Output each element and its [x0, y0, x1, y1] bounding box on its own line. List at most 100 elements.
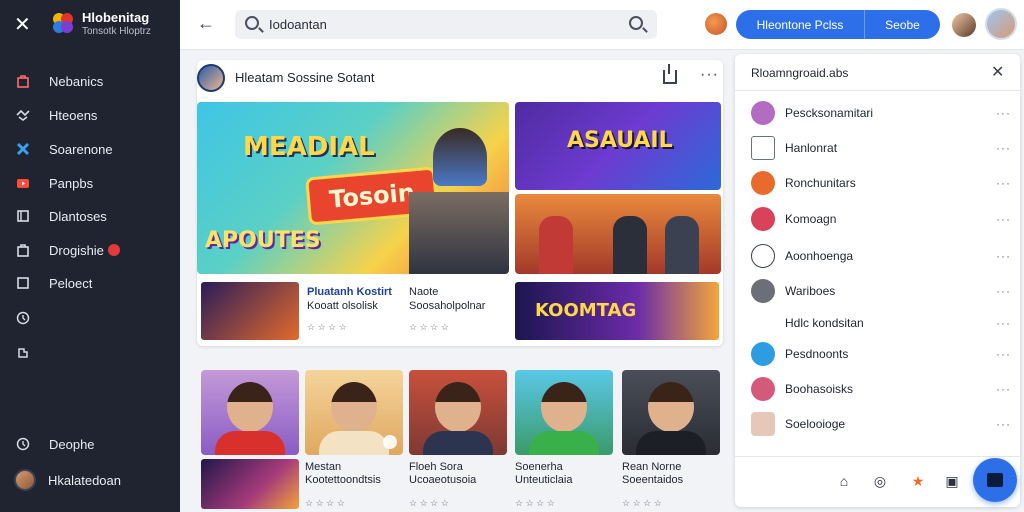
primary-button[interactable]: Hleontone Pclss — [736, 10, 865, 39]
video-title[interactable]: Soenerha — [515, 461, 563, 474]
sidebar-item-2[interactable]: Hteoens — [14, 103, 174, 127]
more-options-icon[interactable]: ··· — [996, 417, 1011, 431]
more-options-icon[interactable]: ··· — [996, 249, 1011, 263]
person-image — [435, 382, 481, 432]
sidebar-item-8[interactable] — [14, 306, 174, 330]
video-thumbnail-wide[interactable]: KOOMTAG — [515, 282, 719, 340]
user-profile[interactable]: Hkalatedoan — [14, 468, 174, 492]
panel-list-item[interactable]: Boohasoisks ··· — [751, 376, 1011, 402]
panel-list-item[interactable]: Hdlc kondsitan ··· — [751, 310, 1011, 336]
avatar — [751, 377, 775, 401]
video-title[interactable]: Floeh Sora — [409, 461, 463, 474]
explore-icon[interactable]: ◎ — [871, 472, 889, 490]
avatar — [751, 279, 775, 303]
panel-item-label: Aoonhoenga — [785, 249, 854, 263]
video-thumbnail[interactable] — [201, 459, 299, 509]
panel-list-item[interactable]: Pesdnoonts ··· — [751, 341, 1011, 367]
app-icon — [751, 171, 775, 195]
profile-avatar[interactable] — [985, 8, 1017, 40]
panel-title: Rloamngroaid.abs — [751, 66, 849, 80]
share-icon[interactable] — [663, 64, 677, 84]
thumbnail-icon — [751, 412, 775, 436]
video-title[interactable]: Rean Norne — [622, 461, 681, 474]
video-title[interactable]: Pluatanh Kostirt — [307, 286, 392, 299]
top-bar: ← Hleontone Pclss Seobe — [180, 0, 1024, 50]
sidebar-item-7[interactable]: Peloect — [14, 271, 174, 295]
more-options-icon[interactable]: ··· — [996, 316, 1011, 330]
close-icon[interactable]: ✕ — [991, 62, 1004, 82]
search-bar[interactable] — [235, 10, 657, 39]
grid-thumbnail[interactable] — [409, 370, 507, 455]
play-icon[interactable]: ▣ — [943, 472, 961, 490]
video-title[interactable]: Naote — [409, 286, 438, 299]
bookmark-icon — [751, 244, 775, 268]
search-input[interactable] — [269, 14, 609, 35]
panel-list-item[interactable]: Wariboes ··· — [751, 278, 1011, 304]
panel-list-item[interactable]: Pescksonamitari ··· — [751, 100, 1011, 126]
thumbnail-top-right[interactable]: ASAUAIL — [515, 102, 721, 190]
video-subtitle: Soosaholpolnar — [409, 300, 486, 312]
grid-thumbnail[interactable] — [305, 370, 403, 455]
fab-button[interactable] — [973, 458, 1017, 502]
search-icon — [245, 16, 259, 30]
thumbnail-bottom-right[interactable] — [515, 194, 721, 274]
panel-list-item[interactable]: Hanlonrat ··· — [751, 135, 1011, 161]
avatar[interactable] — [952, 13, 976, 37]
home-icon[interactable]: ⌂ — [835, 472, 853, 490]
back-arrow-icon[interactable]: ← — [197, 13, 215, 34]
notification-badge — [107, 244, 120, 256]
sidebar-item-1[interactable]: Nebanics — [14, 69, 174, 93]
sidebar-item-3[interactable]: Soarenone — [14, 137, 174, 161]
star-icon[interactable]: ★ — [909, 472, 927, 490]
more-options-icon[interactable]: ··· — [996, 382, 1011, 396]
panel-item-label: Hanlonrat — [785, 141, 838, 155]
more-options-icon[interactable]: ··· — [700, 66, 719, 84]
thumbnail-title: KOOMTAG — [535, 300, 637, 321]
panel-list-item[interactable]: Ronchunitars ··· — [751, 170, 1011, 196]
panel-list-item[interactable]: Komoagn ··· — [751, 206, 1011, 232]
panel-item-label: Boohasoisks — [785, 382, 854, 396]
sidebar-item-5[interactable]: Dlantoses — [14, 204, 174, 228]
search-icon[interactable] — [629, 16, 643, 30]
sidebar-item-4[interactable]: Panpbs — [14, 171, 174, 195]
video-icon — [14, 174, 32, 192]
featured-post-card: Hleatam Sossine Sotant ··· MEADIAL Tosoi… — [197, 60, 723, 346]
close-icon[interactable]: ✕ — [14, 12, 31, 37]
user-name: Hkalatedoan — [48, 472, 121, 488]
brand[interactable]: ✕ Hlobenitag Tonsotk Hloptrz — [12, 8, 172, 42]
video-subtitle: Soeentaidos — [622, 474, 684, 486]
panel-item-label: Ronchunitars — [785, 176, 856, 190]
more-options-icon[interactable]: ··· — [996, 212, 1011, 226]
notification-icon[interactable] — [705, 13, 727, 35]
sidebar-item-label: Soarenone — [49, 141, 113, 157]
play-icon[interactable] — [383, 435, 397, 449]
more-options-icon[interactable]: ··· — [996, 141, 1011, 155]
main-thumbnail[interactable]: MEADIAL Tosoin APOUTES — [197, 102, 509, 274]
sidebar-item-label: Dlantoses — [49, 208, 107, 224]
more-options-icon[interactable]: ··· — [996, 284, 1011, 298]
grid-thumbnail[interactable] — [515, 370, 613, 455]
grid-thumbnail[interactable] — [201, 370, 299, 455]
grid-thumbnail[interactable] — [622, 370, 720, 455]
video-meta: ☆ ☆ ☆ ☆ — [409, 498, 449, 508]
video-subtitle: Ucoaeotusoia — [409, 474, 477, 486]
more-options-icon[interactable]: ··· — [996, 347, 1011, 361]
secondary-button[interactable]: Seobe — [865, 10, 940, 39]
sidebar-item-label: Panpbs — [49, 175, 94, 191]
person-image — [665, 216, 699, 274]
video-thumbnail[interactable] — [201, 282, 299, 340]
sidebar-item-bottom[interactable]: Deophe — [14, 432, 174, 456]
video-meta: ☆ ☆ ☆ ☆ — [305, 498, 345, 508]
video-title[interactable]: Mestan — [305, 461, 341, 474]
sidebar-item-6[interactable]: Drogishie — [14, 238, 174, 262]
video-subtitle: Unteuticlaia — [515, 474, 573, 486]
panel-item-label: Komoagn — [785, 212, 837, 226]
more-options-icon[interactable]: ··· — [996, 176, 1011, 190]
panel-list-item[interactable]: Aoonhoenga ··· — [751, 243, 1011, 269]
sidebar-item-9[interactable] — [14, 341, 174, 365]
avatar[interactable] — [197, 64, 225, 92]
avatar — [14, 469, 36, 491]
bag-icon — [14, 72, 32, 90]
more-options-icon[interactable]: ··· — [996, 106, 1011, 120]
panel-list-item[interactable]: Soelooioge ··· — [751, 411, 1011, 437]
